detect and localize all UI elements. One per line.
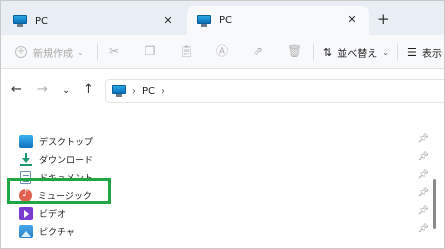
- sidebar-item-label: ピクチャ: [39, 227, 75, 238]
- address-row: ← → ⌄ ↑ › PC ›: [1, 69, 444, 111]
- pin-icon[interactable]: 📌︎: [418, 152, 429, 162]
- pin-icon[interactable]: 📌︎: [418, 170, 429, 180]
- sort-icon: ⇅: [323, 45, 333, 59]
- sidebar-item-desktop[interactable]: デスクトップ 📌︎: [19, 132, 429, 150]
- breadcrumb-pc[interactable]: PC: [142, 86, 155, 97]
- delete-icon[interactable]: 🗑︎: [287, 44, 302, 58]
- pictures-icon: [19, 224, 33, 238]
- tab-strip: PC ✕ PC ✕ +: [1, 1, 444, 35]
- pin-icon[interactable]: 📌︎: [418, 188, 429, 198]
- toolbar-divider: [97, 44, 98, 60]
- music-highlight-box: [7, 178, 111, 204]
- up-button[interactable]: ↑: [83, 83, 94, 97]
- pc-icon: [112, 85, 126, 97]
- sidebar-item-label: ダウンロード: [39, 155, 94, 166]
- back-button[interactable]: ←: [11, 83, 22, 97]
- download-icon: [19, 152, 33, 166]
- recent-locations-button[interactable]: ⌄: [62, 84, 70, 98]
- chevron-right-icon[interactable]: ›: [161, 86, 165, 97]
- sidebar-item-label: デスクトップ: [39, 137, 94, 148]
- close-icon[interactable]: ✕: [161, 14, 175, 28]
- command-bar: + 新規作成 ⌄ ✂ ❐ 📋︎ Ⓐ ⇗ 🗑︎ ⇅ 並べ替え ⌄ ☰ 表示: [1, 35, 444, 69]
- sidebar-item-downloads[interactable]: ダウンロード 📌︎: [19, 150, 429, 168]
- view-button-label: 表示: [421, 48, 442, 60]
- tab-pc-1[interactable]: PC ✕: [3, 7, 185, 35]
- tab-label: PC: [219, 15, 233, 26]
- forward-button[interactable]: →: [37, 83, 48, 97]
- copy-icon[interactable]: ❐: [143, 44, 157, 58]
- chevron-down-icon: ⌄: [382, 47, 389, 57]
- tab-pc-2[interactable]: PC ✕: [187, 6, 369, 35]
- sidebar-item-label: ビデオ: [39, 209, 67, 220]
- tab-label: PC: [35, 15, 49, 27]
- chevron-down-icon: ⌄: [77, 47, 84, 57]
- scrollbar-thumb[interactable]: [433, 179, 436, 229]
- sort-button[interactable]: ⇅ 並べ替え ⌄: [323, 43, 389, 61]
- close-icon[interactable]: ✕: [345, 13, 359, 27]
- sort-button-label: 並べ替え: [337, 48, 378, 60]
- pc-icon: [197, 14, 211, 27]
- share-icon[interactable]: ⇗: [251, 44, 265, 58]
- pin-icon[interactable]: 📌︎: [418, 206, 429, 216]
- rename-icon[interactable]: Ⓐ: [215, 44, 229, 58]
- toolbar-divider: [397, 44, 398, 60]
- paste-icon[interactable]: 📋︎: [179, 44, 194, 58]
- desktop-icon: [19, 134, 33, 148]
- chevron-right-icon: ›: [132, 85, 136, 97]
- view-icon: ☰: [407, 45, 417, 59]
- new-button[interactable]: + 新規作成 ⌄: [15, 43, 84, 61]
- sidebar-item-pictures[interactable]: ピクチャ 📌︎: [19, 222, 429, 240]
- cut-icon[interactable]: ✂: [107, 44, 121, 58]
- new-tab-button[interactable]: +: [377, 11, 390, 27]
- pin-icon[interactable]: 📌︎: [418, 224, 429, 234]
- file-explorer-window: PC ✕ PC ✕ + + 新規作成 ⌄ ✂ ❐ 📋︎ Ⓐ ⇗ 🗑︎ ⇅ 並べ替…: [0, 0, 445, 249]
- pin-icon[interactable]: 📌︎: [418, 134, 429, 144]
- sidebar-item-videos[interactable]: ビデオ 📌︎: [19, 204, 429, 222]
- pc-icon: [13, 15, 27, 27]
- toolbar-divider: [313, 44, 314, 60]
- plus-icon: +: [15, 46, 27, 58]
- new-button-label: 新規作成: [33, 48, 73, 60]
- video-icon: [19, 206, 33, 220]
- view-button[interactable]: ☰ 表示: [407, 43, 442, 61]
- address-bar[interactable]: › PC ›: [105, 79, 444, 103]
